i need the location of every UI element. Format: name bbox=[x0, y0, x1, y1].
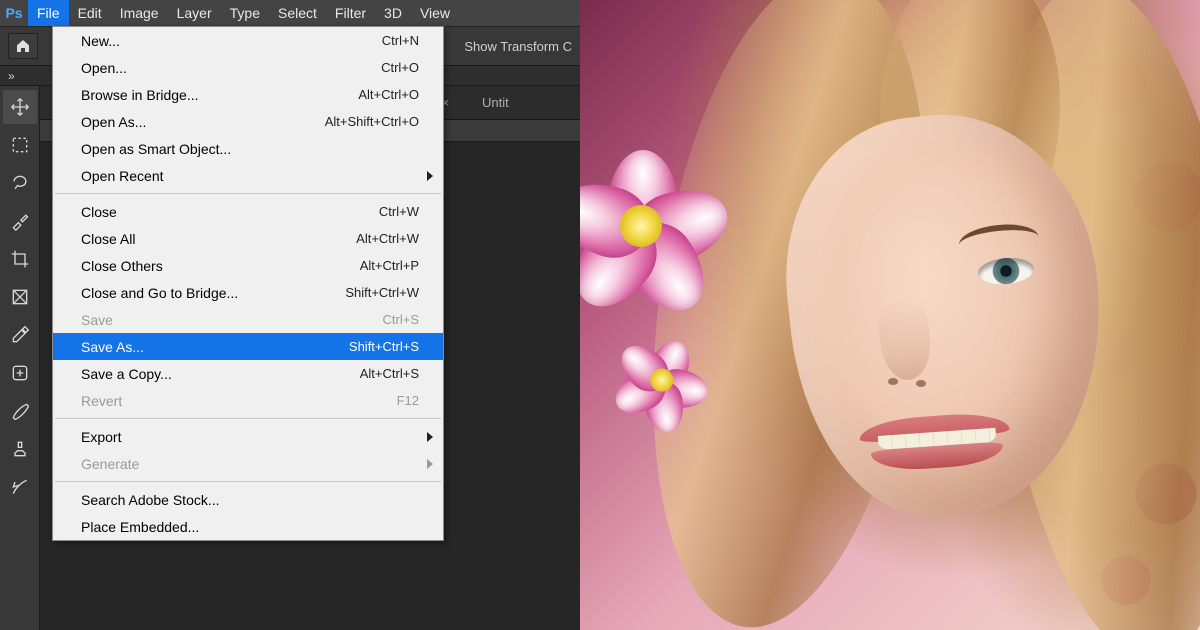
menuitem-label: Close bbox=[81, 204, 379, 220]
menu-separator bbox=[55, 418, 441, 419]
file-menu-dropdown: New...Ctrl+NOpen...Ctrl+OBrowse in Bridg… bbox=[52, 26, 444, 541]
menuitem-shortcut: Alt+Shift+Ctrl+O bbox=[325, 114, 419, 129]
menubar: Ps FileEditImageLayerTypeSelectFilter3DV… bbox=[0, 0, 580, 26]
menuitem-close-all[interactable]: Close AllAlt+Ctrl+W bbox=[53, 225, 443, 252]
menuitem-shortcut: Alt+Ctrl+P bbox=[360, 258, 419, 273]
submenu-arrow-icon bbox=[427, 459, 433, 469]
submenu-arrow-icon bbox=[427, 432, 433, 442]
menu-select[interactable]: Select bbox=[269, 0, 326, 26]
toolbox bbox=[0, 86, 40, 630]
brush-selection-tool[interactable] bbox=[3, 204, 37, 238]
menuitem-browse-in-bridge[interactable]: Browse in Bridge...Alt+Ctrl+O bbox=[53, 81, 443, 108]
orchid-flower bbox=[580, 150, 718, 300]
menuitem-shortcut: Shift+Ctrl+W bbox=[345, 285, 419, 300]
menu-filter[interactable]: Filter bbox=[326, 0, 375, 26]
menu-3d[interactable]: 3D bbox=[375, 0, 411, 26]
frame-tool[interactable] bbox=[3, 280, 37, 314]
menuitem-close-others[interactable]: Close OthersAlt+Ctrl+P bbox=[53, 252, 443, 279]
menuitem-label: Close Others bbox=[81, 258, 360, 274]
menuitem-label: Export bbox=[81, 429, 419, 445]
show-transform-label: Show Transform C bbox=[464, 39, 572, 54]
menuitem-label: Close and Go to Bridge... bbox=[81, 285, 345, 301]
photoshop-pane: Ps FileEditImageLayerTypeSelectFilter3DV… bbox=[0, 0, 580, 630]
menuitem-shortcut: Ctrl+O bbox=[381, 60, 419, 75]
ps-logo: Ps bbox=[0, 0, 28, 26]
menuitem-open-recent[interactable]: Open Recent bbox=[53, 162, 443, 189]
menu-separator bbox=[55, 481, 441, 482]
menuitem-shortcut: Ctrl+S bbox=[383, 312, 419, 327]
menuitem-open[interactable]: Open...Ctrl+O bbox=[53, 54, 443, 81]
menuitem-place-embedded[interactable]: Place Embedded... bbox=[53, 513, 443, 540]
menuitem-shortcut: Shift+Ctrl+S bbox=[349, 339, 419, 354]
menuitem-shortcut: Ctrl+W bbox=[379, 204, 419, 219]
menuitem-label: Place Embedded... bbox=[81, 519, 419, 535]
menu-layer[interactable]: Layer bbox=[168, 0, 221, 26]
menuitem-save-a-copy[interactable]: Save a Copy...Alt+Ctrl+S bbox=[53, 360, 443, 387]
menuitem-save-as[interactable]: Save As...Shift+Ctrl+S bbox=[53, 333, 443, 360]
menuitem-label: Save bbox=[81, 312, 383, 328]
document-tab-2-label: Untit bbox=[482, 95, 509, 110]
home-icon bbox=[15, 38, 31, 54]
menuitem-label: Save a Copy... bbox=[81, 366, 360, 382]
clone-stamp-tool[interactable] bbox=[3, 432, 37, 466]
lasso-tool[interactable] bbox=[3, 166, 37, 200]
menu-image[interactable]: Image bbox=[111, 0, 168, 26]
menuitem-shortcut: F12 bbox=[397, 393, 419, 408]
move-tool[interactable] bbox=[3, 90, 37, 124]
chevron-expand-icon: » bbox=[8, 69, 15, 83]
menu-file[interactable]: File bbox=[28, 0, 69, 26]
menuitem-label: New... bbox=[81, 33, 382, 49]
menuitem-label: Open as Smart Object... bbox=[81, 141, 419, 157]
menuitem-open-as[interactable]: Open As...Alt+Shift+Ctrl+O bbox=[53, 108, 443, 135]
menuitem-label: Close All bbox=[81, 231, 356, 247]
mouth bbox=[858, 405, 1012, 471]
menuitem-generate: Generate bbox=[53, 450, 443, 477]
crop-tool[interactable] bbox=[3, 242, 37, 276]
menuitem-save: SaveCtrl+S bbox=[53, 306, 443, 333]
healing-brush-tool[interactable] bbox=[3, 356, 37, 390]
menu-type[interactable]: Type bbox=[221, 0, 269, 26]
menuitem-revert: RevertF12 bbox=[53, 387, 443, 414]
home-button[interactable] bbox=[8, 33, 38, 59]
menu-separator bbox=[55, 193, 441, 194]
menu-edit[interactable]: Edit bbox=[69, 0, 111, 26]
menuitem-label: Browse in Bridge... bbox=[81, 87, 358, 103]
submenu-arrow-icon bbox=[427, 171, 433, 181]
nostril bbox=[888, 378, 898, 385]
menuitem-label: Revert bbox=[81, 393, 397, 409]
document-tab-2[interactable]: Untit bbox=[470, 89, 521, 116]
menuitem-shortcut: Alt+Ctrl+S bbox=[360, 366, 419, 381]
menuitem-search-adobe-stock[interactable]: Search Adobe Stock... bbox=[53, 486, 443, 513]
menuitem-export[interactable]: Export bbox=[53, 423, 443, 450]
menuitem-shortcut: Alt+Ctrl+O bbox=[358, 87, 419, 102]
menuitem-new[interactable]: New...Ctrl+N bbox=[53, 27, 443, 54]
menuitem-label: Open... bbox=[81, 60, 381, 76]
menuitem-label: Open As... bbox=[81, 114, 325, 130]
nostril bbox=[916, 380, 926, 387]
result-photo bbox=[580, 0, 1200, 630]
menuitem-close-and-go-to-bridge[interactable]: Close and Go to Bridge...Shift+Ctrl+W bbox=[53, 279, 443, 306]
menuitem-shortcut: Alt+Ctrl+W bbox=[356, 231, 419, 246]
menuitem-label: Generate bbox=[81, 456, 419, 472]
menuitem-open-as-smart-object[interactable]: Open as Smart Object... bbox=[53, 135, 443, 162]
menuitem-close[interactable]: CloseCtrl+W bbox=[53, 198, 443, 225]
menu-view[interactable]: View bbox=[411, 0, 459, 26]
marquee-tool[interactable] bbox=[3, 128, 37, 162]
history-brush-tool[interactable] bbox=[3, 470, 37, 504]
eyedropper-tool[interactable] bbox=[3, 318, 37, 352]
brush-tool[interactable] bbox=[3, 394, 37, 428]
menuitem-label: Save As... bbox=[81, 339, 349, 355]
menuitem-label: Search Adobe Stock... bbox=[81, 492, 419, 508]
menuitem-label: Open Recent bbox=[81, 168, 419, 184]
menuitem-shortcut: Ctrl+N bbox=[382, 33, 419, 48]
